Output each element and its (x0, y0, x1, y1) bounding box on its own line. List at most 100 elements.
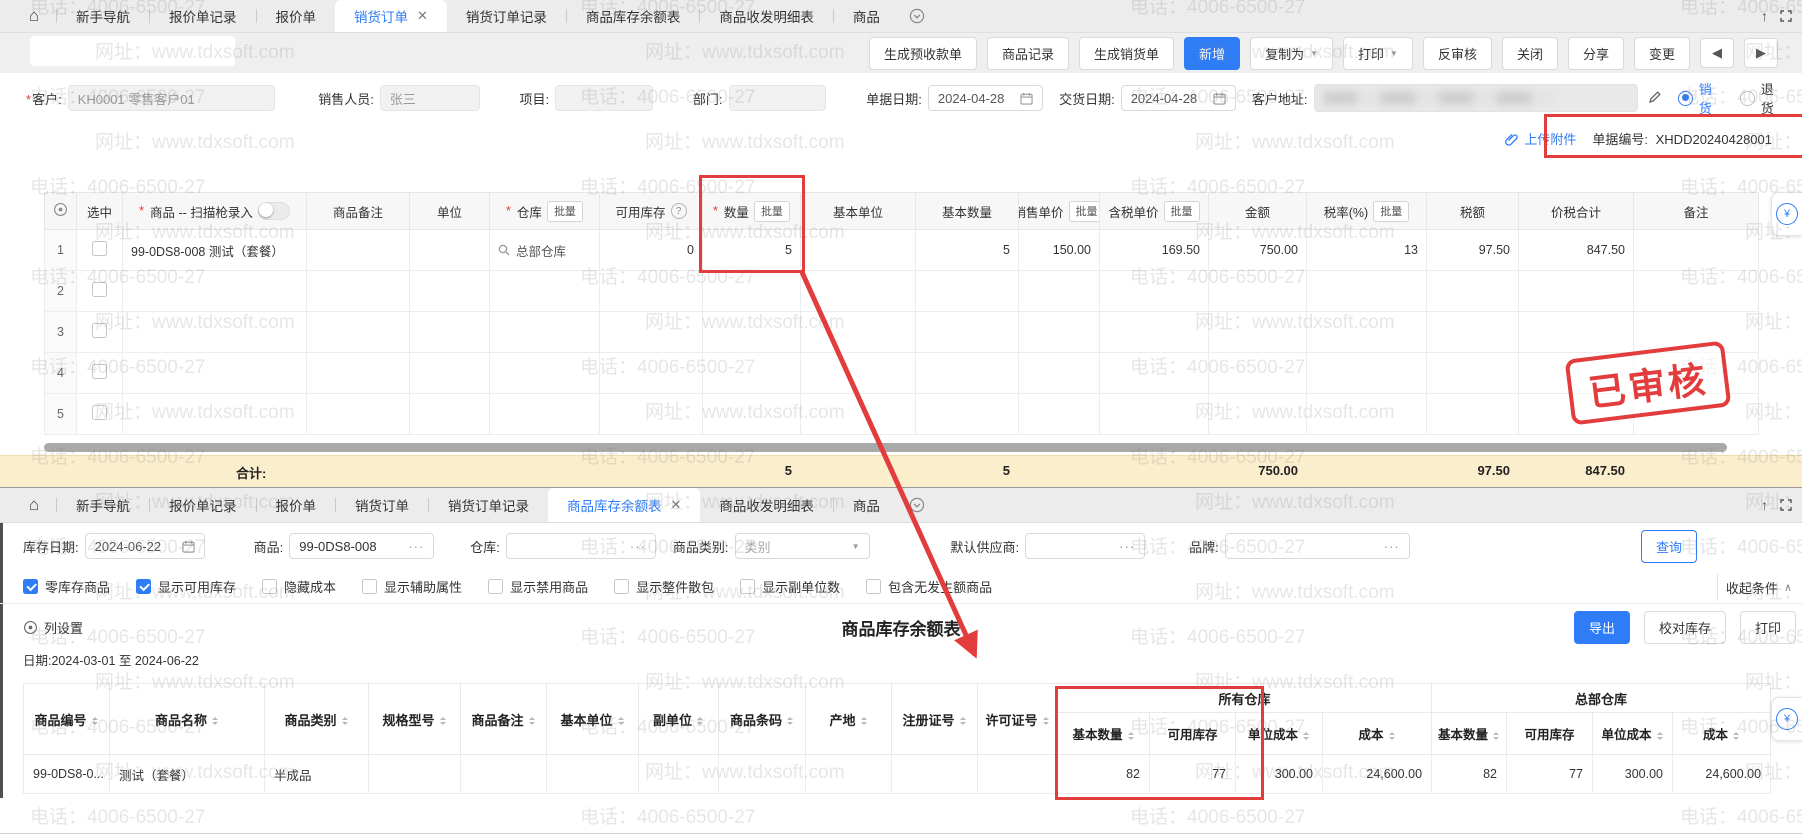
col-product-name[interactable]: 商品名称 (110, 684, 265, 755)
col-base-unit[interactable]: 基本单位 (547, 684, 639, 755)
col-main-base-qty[interactable]: 基本数量 (1432, 713, 1507, 755)
tab-stock-inout-detail[interactable]: 商品收发明细表 (700, 488, 833, 522)
price-cell[interactable]: 150.00 (1019, 230, 1100, 271)
scroll-top-icon[interactable]: ↑ (1761, 8, 1768, 24)
checkbox-include-no-activity[interactable]: 包含无发生额商品 (866, 577, 992, 596)
scroll-top-icon[interactable]: ↑ (1761, 497, 1768, 513)
tax-rate-cell[interactable]: 13 (1307, 230, 1427, 271)
more-tabs-icon[interactable] (899, 0, 935, 32)
checkbox-show-disabled[interactable]: 显示禁用商品 (488, 577, 588, 596)
help-icon[interactable]: ? (671, 203, 687, 219)
home-icon[interactable]: ⌂ (12, 0, 56, 32)
category-filter-select[interactable]: 类别 ▼ (735, 533, 870, 559)
scan-toggle[interactable] (258, 202, 290, 220)
fullscreen-icon[interactable] (1780, 499, 1792, 511)
checkbox-zero-stock[interactable]: 零库存商品 (23, 577, 110, 596)
col-main-available[interactable]: 可用库存 (1507, 713, 1593, 755)
picker-ellipsis-icon[interactable]: ··· (408, 539, 424, 554)
close-tab-icon[interactable]: ✕ (417, 8, 428, 24)
sales-radio[interactable] (1678, 91, 1693, 106)
checkbox-show-aux-attrs[interactable]: 显示辅助属性 (362, 577, 462, 596)
brand-filter-field[interactable]: ··· (1225, 533, 1410, 559)
col-product-category[interactable]: 商品类别 (265, 684, 369, 755)
verify-stock-button[interactable]: 校对库存 (1644, 611, 1726, 644)
base-unit-cell[interactable] (801, 230, 916, 271)
copy-as-button[interactable]: 复制为▼ (1250, 37, 1333, 70)
unit-cell[interactable] (410, 230, 490, 271)
department-field[interactable] (729, 85, 827, 111)
checkbox-hide-cost[interactable]: 隐藏成本 (262, 577, 336, 596)
column-settings-button[interactable]: 列设置 (23, 618, 83, 637)
checkbox-icon[interactable] (92, 323, 107, 338)
col-all-available[interactable]: 可用库存 (1150, 713, 1236, 755)
add-new-button[interactable]: 新增 (1184, 37, 1240, 70)
export-button[interactable]: 导出 (1574, 611, 1630, 644)
return-radio[interactable] (1740, 91, 1755, 106)
tab-quote[interactable]: 报价单 (257, 0, 336, 32)
col-all-base-qty[interactable]: 基本数量 (1058, 713, 1150, 755)
checkbox-icon[interactable] (92, 241, 107, 256)
total-cell[interactable]: 847.50 (1519, 230, 1634, 271)
tab-stock-balance[interactable]: 商品库存余额表 (567, 0, 700, 32)
delivery-date-field[interactable]: 2024-04-28 (1121, 85, 1236, 111)
query-button[interactable]: 查询 (1641, 530, 1697, 563)
tab-goods[interactable]: 商品 (834, 488, 899, 522)
supplier-filter-field[interactable]: ··· (1025, 533, 1145, 559)
warehouse-filter-field[interactable]: ··· (506, 533, 656, 559)
tab-sales-order-records[interactable]: 销货订单记录 (429, 488, 548, 522)
col-product-code[interactable]: 商品编号 (24, 684, 110, 755)
tab-quote[interactable]: 报价单 (257, 488, 336, 522)
col-barcode[interactable]: 商品条码 (719, 684, 806, 755)
upload-attachment-link[interactable]: 上传附件 (1505, 129, 1576, 148)
tab-stock-inout-detail[interactable]: 商品收发明细表 (700, 0, 833, 32)
customer-address-field[interactable] (1314, 84, 1639, 112)
project-field[interactable] (555, 85, 653, 111)
warehouse-cell[interactable]: 总部仓库 (490, 230, 600, 271)
picker-ellipsis-icon[interactable]: ··· (1384, 539, 1400, 554)
col-sub-unit[interactable]: 副单位 (639, 684, 719, 755)
tab-quote-records[interactable]: 报价单记录 (150, 0, 256, 32)
batch-set-button[interactable]: 批量 (754, 201, 790, 222)
base-qty-cell[interactable]: 5 (916, 230, 1019, 271)
checkbox-show-sub-unit[interactable]: 显示副单位数 (740, 577, 840, 596)
edit-pencil-icon[interactable] (1648, 90, 1662, 107)
generate-sales-note-button[interactable]: 生成销货单 (1079, 37, 1174, 70)
checkbox-show-whole-loose[interactable]: 显示整件散包 (614, 577, 714, 596)
close-button[interactable]: 关闭 (1502, 37, 1558, 70)
tab-newbie-guide[interactable]: 新手导航 (57, 0, 149, 32)
tax-cell[interactable]: 97.50 (1427, 230, 1519, 271)
share-button[interactable]: 分享 (1568, 37, 1624, 70)
available-cell[interactable]: 0 (600, 230, 703, 271)
tab-quote-records[interactable]: 报价单记录 (150, 488, 256, 522)
product-filter-field[interactable]: 99-0DS8-008 ··· (289, 533, 434, 559)
checkbox-icon[interactable] (92, 364, 107, 379)
picker-ellipsis-icon[interactable]: ··· (1119, 539, 1135, 554)
amount-cell[interactable]: 750.00 (1209, 230, 1307, 271)
generate-prepayment-button[interactable]: 生成预收款单 (869, 37, 977, 70)
col-all-cost[interactable]: 成本 (1323, 713, 1432, 755)
salesperson-field[interactable]: 张三 (380, 85, 480, 111)
tab-newbie-guide[interactable]: 新手导航 (57, 488, 149, 522)
qty-cell[interactable]: 5 (703, 230, 801, 271)
batch-set-button[interactable]: 批量 (1164, 201, 1200, 222)
next-record-button[interactable]: ▶ (1744, 38, 1778, 68)
close-tab-icon[interactable]: ✕ (671, 497, 682, 513)
unaudit-button[interactable]: 反审核 (1423, 37, 1492, 70)
col-main-unit-cost[interactable]: 单位成本 (1593, 713, 1673, 755)
print-button[interactable]: 打印▼ (1343, 37, 1413, 70)
change-button[interactable]: 变更 (1634, 37, 1690, 70)
col-product-note[interactable]: 商品备注 (461, 684, 547, 755)
note-cell[interactable] (307, 230, 410, 271)
more-tabs-icon[interactable] (899, 488, 935, 522)
col-registration-no[interactable]: 注册证号 (892, 684, 978, 755)
tab-sales-order-records[interactable]: 销货订单记录 (447, 0, 566, 32)
prev-record-button[interactable]: ◀ (1700, 38, 1734, 68)
col-main-cost[interactable]: 成本 (1673, 713, 1771, 755)
picker-ellipsis-icon[interactable]: ··· (630, 539, 646, 554)
stock-date-field[interactable]: 2024-06-22 (85, 533, 205, 559)
remark-cell[interactable] (1634, 230, 1759, 271)
fullscreen-icon[interactable] (1780, 10, 1792, 22)
tax-price-cell[interactable]: 169.50 (1100, 230, 1209, 271)
doc-date-field[interactable]: 2024-04-28 (928, 85, 1043, 111)
batch-set-button[interactable]: 批量 (1373, 201, 1409, 222)
